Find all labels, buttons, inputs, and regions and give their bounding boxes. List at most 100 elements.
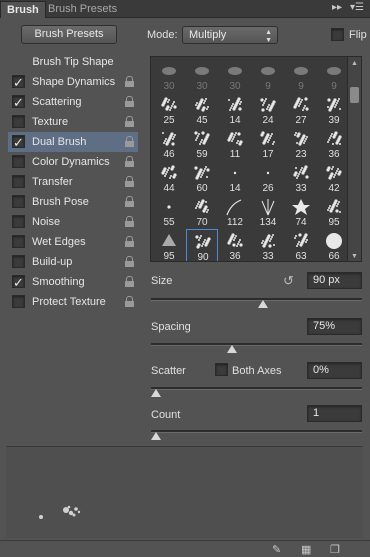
list-item-checkbox[interactable] bbox=[12, 93, 25, 113]
count-slider-knob[interactable] bbox=[151, 432, 161, 440]
new-preset-icon[interactable]: ❐ bbox=[330, 543, 340, 556]
spacing-slider-track[interactable] bbox=[151, 343, 362, 346]
list-item-checkbox[interactable] bbox=[12, 273, 25, 293]
brush-tip-cell[interactable]: 90 bbox=[186, 229, 218, 261]
both-axes-checkbox[interactable] bbox=[215, 363, 228, 376]
lock-icon[interactable] bbox=[125, 76, 134, 87]
list-item-protect-texture[interactable]: Protect Texture bbox=[8, 292, 138, 312]
scroll-up-icon[interactable]: ▲ bbox=[351, 60, 358, 67]
brush-tip-cell[interactable]: 9 bbox=[252, 59, 284, 95]
lock-icon[interactable] bbox=[125, 96, 134, 107]
brush-tip-cell[interactable]: 9 bbox=[285, 59, 317, 95]
double-arrow-icon[interactable]: ▸▸ bbox=[332, 2, 342, 13]
brush-tip-cell[interactable]: 14 bbox=[219, 161, 251, 197]
brush-tool-icon[interactable]: ✎ bbox=[272, 543, 281, 556]
list-item-brush-pose[interactable]: Brush Pose bbox=[8, 192, 138, 212]
size-field[interactable]: 90 px bbox=[307, 272, 362, 289]
brush-tip-shape-item[interactable]: Brush Tip Shape bbox=[8, 52, 138, 72]
list-item-transfer[interactable]: Transfer bbox=[8, 172, 138, 192]
scroll-down-icon[interactable]: ▼ bbox=[351, 253, 358, 260]
brush-tip-cell[interactable]: 30 bbox=[153, 59, 185, 95]
brush-tip-cell[interactable]: 36 bbox=[318, 127, 350, 163]
list-item-scattering[interactable]: Scattering bbox=[8, 92, 138, 113]
lock-icon[interactable] bbox=[125, 156, 134, 167]
tab-brush-presets[interactable]: Brush Presets bbox=[42, 1, 123, 18]
spacing-slider-knob[interactable] bbox=[227, 345, 238, 353]
list-item-shape-dynamics[interactable]: Shape Dynamics bbox=[8, 72, 138, 93]
brush-tip-cell[interactable]: 46 bbox=[153, 127, 185, 163]
brush-tip-cell[interactable]: 95 bbox=[318, 195, 350, 231]
mode-select[interactable]: Multiply ▲ ▼ bbox=[182, 26, 278, 44]
count-slider-track[interactable] bbox=[151, 430, 362, 433]
lock-icon[interactable] bbox=[125, 216, 134, 227]
grid-icon[interactable]: ▦ bbox=[301, 543, 311, 556]
lock-icon[interactable] bbox=[125, 136, 134, 147]
brush-tip-cell[interactable]: 55 bbox=[153, 195, 185, 231]
lock-icon[interactable] bbox=[125, 116, 134, 127]
lock-icon[interactable] bbox=[125, 176, 134, 187]
list-item-checkbox[interactable] bbox=[12, 133, 25, 153]
brush-tip-cell[interactable]: 60 bbox=[186, 161, 218, 197]
list-item-checkbox[interactable] bbox=[12, 235, 25, 248]
brush-tip-cell[interactable]: 44 bbox=[153, 161, 185, 197]
reset-size-icon[interactable]: ↺ bbox=[283, 273, 297, 288]
brush-tip-cell[interactable]: 33 bbox=[252, 229, 284, 261]
brush-tip-cell[interactable]: 24 bbox=[252, 93, 284, 129]
brush-tip-cell[interactable]: 30 bbox=[219, 59, 251, 95]
lock-icon[interactable] bbox=[125, 196, 134, 207]
brush-tip-cell[interactable]: 39 bbox=[318, 93, 350, 129]
list-item-checkbox[interactable] bbox=[12, 73, 25, 93]
scatter-slider-knob[interactable] bbox=[151, 389, 161, 397]
list-item-texture[interactable]: Texture bbox=[8, 112, 138, 132]
brush-tip-cell[interactable]: 112 bbox=[219, 195, 251, 231]
tab-brush[interactable]: Brush bbox=[0, 1, 46, 18]
lock-icon[interactable] bbox=[125, 236, 134, 247]
size-slider-knob[interactable] bbox=[257, 300, 268, 308]
spacing-field[interactable]: 75% bbox=[307, 318, 362, 335]
brush-tip-cell[interactable]: 14 bbox=[219, 93, 251, 129]
brush-tip-cell[interactable]: 9 bbox=[318, 59, 350, 95]
count-field[interactable]: 1 bbox=[307, 405, 362, 422]
list-item-build-up[interactable]: Build-up bbox=[8, 252, 138, 272]
brush-tip-cell[interactable]: 45 bbox=[186, 93, 218, 129]
brush-tip-cell[interactable]: 42 bbox=[318, 161, 350, 197]
brush-tip-cell[interactable]: 36 bbox=[219, 229, 251, 261]
panel-menu-icon[interactable]: ▾☰ bbox=[350, 2, 364, 13]
list-item-checkbox[interactable] bbox=[12, 155, 25, 168]
brush-tip-cell[interactable]: 25 bbox=[153, 93, 185, 129]
list-item-noise[interactable]: Noise bbox=[8, 212, 138, 232]
scrollbar-thumb[interactable] bbox=[350, 87, 359, 103]
lock-icon[interactable] bbox=[125, 276, 134, 287]
list-item-wet-edges[interactable]: Wet Edges bbox=[8, 232, 138, 252]
grid-scrollbar[interactable]: ▲ ▼ bbox=[347, 57, 361, 261]
brush-tip-cell[interactable]: 26 bbox=[252, 161, 284, 197]
list-item-checkbox[interactable] bbox=[12, 255, 25, 268]
brush-tip-cell[interactable]: 70 bbox=[186, 195, 218, 231]
brush-tip-cell[interactable]: 134 bbox=[252, 195, 284, 231]
scatter-field[interactable]: 0% bbox=[307, 362, 362, 379]
brush-tip-cell[interactable]: 33 bbox=[285, 161, 317, 197]
brush-tip-cell[interactable]: 74 bbox=[285, 195, 317, 231]
lock-icon[interactable] bbox=[125, 296, 134, 307]
scatter-slider-track[interactable] bbox=[151, 387, 362, 390]
list-item-checkbox[interactable] bbox=[12, 115, 25, 128]
brush-tip-cell[interactable]: 17 bbox=[252, 127, 284, 163]
brush-presets-button[interactable]: Brush Presets bbox=[21, 25, 117, 44]
brush-tip-cell[interactable]: 11 bbox=[219, 127, 251, 163]
brush-tip-cell[interactable]: 63 bbox=[285, 229, 317, 261]
flip-checkbox[interactable] bbox=[331, 28, 344, 41]
brush-tip-cell[interactable]: 27 bbox=[285, 93, 317, 129]
size-slider-track[interactable] bbox=[151, 298, 362, 301]
brush-tip-cell[interactable]: 30 bbox=[186, 59, 218, 95]
list-item-checkbox[interactable] bbox=[12, 215, 25, 228]
list-item-dual-brush[interactable]: Dual Brush bbox=[8, 132, 138, 153]
list-item-checkbox[interactable] bbox=[12, 175, 25, 188]
list-item-color-dynamics[interactable]: Color Dynamics bbox=[8, 152, 138, 172]
brush-tip-cell[interactable]: 59 bbox=[186, 127, 218, 163]
list-item-smoothing[interactable]: Smoothing bbox=[8, 272, 138, 293]
brush-tip-cell[interactable]: 95 bbox=[153, 229, 185, 261]
brush-tip-cell[interactable]: 66 bbox=[318, 229, 350, 261]
list-item-checkbox[interactable] bbox=[12, 295, 25, 308]
list-item-checkbox[interactable] bbox=[12, 195, 25, 208]
brush-tip-cell[interactable]: 23 bbox=[285, 127, 317, 163]
